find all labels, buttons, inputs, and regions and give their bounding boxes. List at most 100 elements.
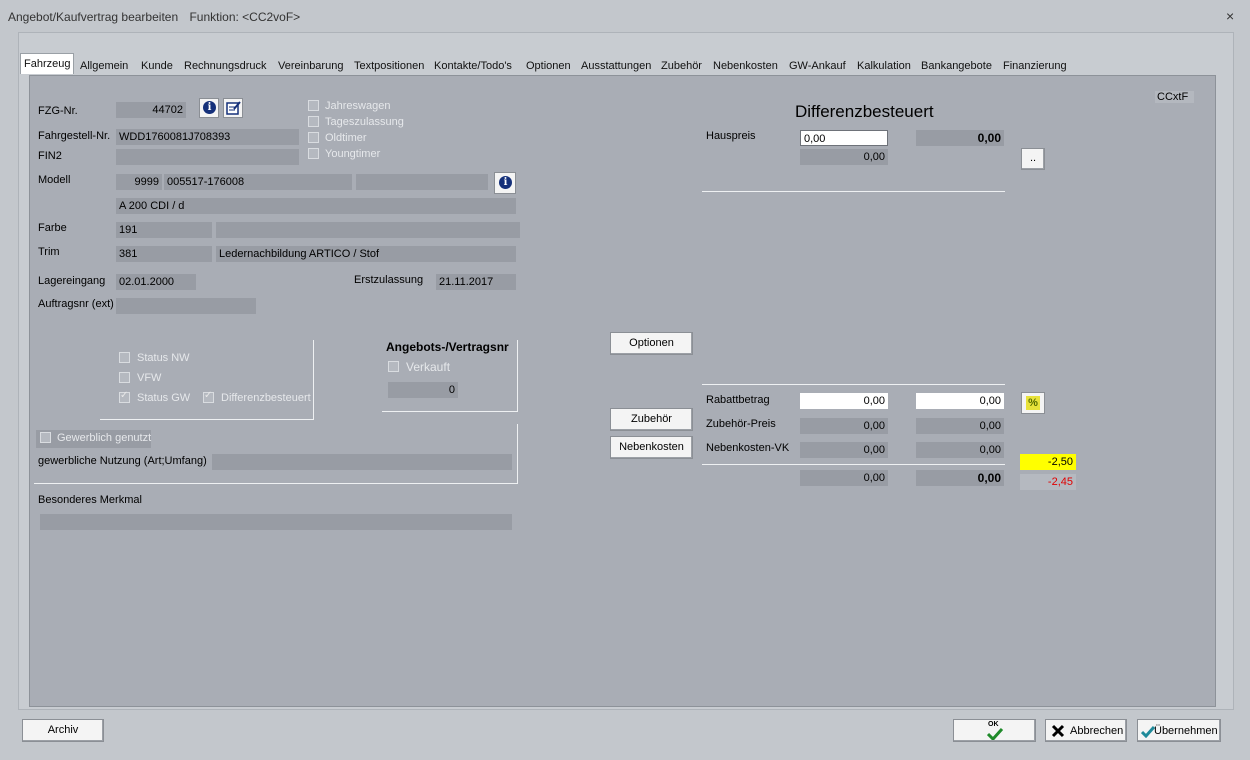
trim-label: Trim [38, 246, 60, 258]
differenzbesteuert-checkbox[interactable] [203, 390, 214, 403]
commercial-divider [34, 483, 518, 484]
pricing-divider [702, 384, 1005, 385]
hauspreis-input[interactable]: 0,00 [800, 130, 888, 146]
ok-label: OK [988, 721, 999, 728]
rabatt-label: Rabattbetrag [706, 394, 770, 406]
modell-info-button[interactable]: i [494, 172, 516, 194]
checkmark-icon [1141, 726, 1155, 738]
tageszulassung-checkbox[interactable] [308, 116, 319, 127]
nebenkosten-vk-2: 0,00 [916, 442, 1004, 458]
window-title: Angebot/Kaufvertrag bearbeiten Funktion:… [8, 10, 300, 24]
tab-textpositionen[interactable]: Textpositionen [354, 55, 424, 75]
fahrgestell-label: Fahrgestell-Nr. [38, 130, 111, 142]
youngtimer-checkbox[interactable] [308, 148, 319, 159]
notepad-edit-icon [226, 101, 241, 115]
tab-kunde[interactable]: Kunde [141, 55, 173, 75]
hauspreis-label: Hauspreis [706, 130, 756, 142]
fzg-label: FZG-Nr. [38, 105, 78, 117]
tab-rechnungsdruck[interactable]: Rechnungsdruck [184, 55, 267, 75]
pricing-title: Differenzbesteuert [795, 102, 934, 121]
vfw-label: VFW [137, 372, 162, 384]
more-button[interactable]: .. [1021, 148, 1045, 170]
tab-vereinbarung[interactable]: Vereinbarung [278, 55, 343, 75]
modell-nr-field[interactable]: 005517-176008 [164, 174, 352, 190]
optionen-button[interactable]: Optionen [610, 332, 693, 355]
info-button[interactable]: i [199, 98, 219, 118]
edit-note-button[interactable] [223, 98, 243, 118]
fahrgestell-field[interactable]: WDD1760081J708393 [116, 129, 299, 145]
tageszulassung-label: Tageszulassung [325, 116, 404, 128]
contract-number-field[interactable]: 0 [388, 382, 458, 398]
tab-gw-ankauf[interactable]: GW-Ankauf [789, 55, 846, 75]
tab-zubehoer[interactable]: Zubehör [661, 55, 702, 75]
ok-button[interactable]: OK [953, 719, 1036, 742]
oldtimer-label: Oldtimer [325, 132, 367, 144]
info-icon: i [203, 101, 216, 114]
status-gw-checkbox[interactable] [119, 390, 130, 403]
nutzung-field[interactable] [212, 454, 512, 470]
rabatt-input-1[interactable]: 0,00 [800, 393, 888, 409]
abbrechen-button[interactable]: Abbrechen [1045, 719, 1127, 742]
lagereingang-field[interactable]: 02.01.2000 [116, 274, 196, 290]
auftragsnr-field[interactable] [116, 298, 256, 314]
youngtimer-label: Youngtimer [325, 148, 381, 160]
percent-button[interactable]: % [1021, 392, 1045, 414]
percent-value-2: -2,45 [1020, 474, 1076, 490]
modell-name-field[interactable]: A 200 CDI / d [116, 198, 516, 214]
total-1: 0,00 [800, 470, 888, 486]
tab-kontakte[interactable]: Kontakte/Todo's [434, 55, 512, 75]
fzg-field[interactable]: 44702 [116, 102, 186, 118]
tab-finanzierung[interactable]: Finanzierung [1003, 55, 1067, 75]
tab-bankangebote[interactable]: Bankangebote [921, 55, 992, 75]
tab-bar: Fahrzeug Allgemein Kunde Rechnungsdruck … [18, 53, 1230, 75]
tab-allgemein[interactable]: Allgemein [80, 55, 128, 75]
besonderes-label: Besonderes Merkmal [38, 494, 142, 506]
zubehoer-preis-2: 0,00 [916, 418, 1004, 434]
trim-name-field[interactable]: Ledernachbildung ARTICO / Stof [216, 246, 516, 262]
tab-fahrzeug[interactable]: Fahrzeug [20, 53, 75, 74]
tab-kalkulation[interactable]: Kalkulation [857, 55, 911, 75]
modell-extra-field[interactable] [356, 174, 488, 190]
jahreswagen-checkbox[interactable] [308, 100, 319, 111]
checkmark-icon [987, 728, 1003, 740]
pricing-divider [702, 464, 1005, 465]
modell-label: Modell [38, 174, 71, 186]
status-nw-checkbox[interactable] [119, 352, 130, 363]
modell-code-field[interactable]: 9999 [116, 174, 162, 190]
tab-optionen[interactable]: Optionen [526, 55, 571, 75]
code-badge: CCxtF [1155, 91, 1195, 103]
rabatt-input-2[interactable]: 0,00 [916, 393, 1004, 409]
status-gw-label: Status GW [137, 392, 191, 404]
hauspreis-secondary: 0,00 [800, 149, 888, 165]
contract-title: Angebots-/Vertragsnr [386, 340, 509, 354]
contract-divider [382, 411, 518, 412]
fin2-field[interactable] [116, 149, 299, 165]
zubehoer-preis-label: Zubehör-Preis [706, 418, 776, 430]
zubehoer-button[interactable]: Zubehör [610, 408, 693, 431]
verkauft-checkbox[interactable] [388, 361, 399, 372]
cancel-x-icon [1051, 724, 1065, 738]
close-icon[interactable]: × [1226, 8, 1234, 24]
erstzulassung-field[interactable]: 21.11.2017 [436, 274, 516, 290]
auftragsnr-label: Auftragsnr (ext) [38, 298, 114, 310]
tab-nebenkosten[interactable]: Nebenkosten [713, 55, 778, 75]
uebernehmen-button[interactable]: Übernehmen [1137, 719, 1221, 742]
nebenkosten-vk-1: 0,00 [800, 442, 888, 458]
erstzulassung-label: Erstzulassung [354, 274, 424, 286]
trim-code-field[interactable]: 381 [116, 246, 212, 262]
gewerblich-label: Gewerblich genutzt [57, 432, 152, 444]
percent-value-1: -2,50 [1020, 454, 1076, 470]
tab-ausstattungen[interactable]: Ausstattungen [581, 55, 651, 75]
farbe-name-field[interactable] [216, 222, 520, 238]
oldtimer-checkbox[interactable] [308, 132, 319, 143]
gewerblich-checkbox[interactable] [40, 432, 51, 443]
status-divider [100, 419, 314, 420]
farbe-code-field[interactable]: 191 [116, 222, 212, 238]
vfw-checkbox[interactable] [119, 372, 130, 383]
farbe-label: Farbe [38, 222, 67, 234]
archiv-button[interactable]: Archiv [22, 719, 104, 742]
zubehoer-preis-1: 0,00 [800, 418, 888, 434]
nebenkosten-button[interactable]: Nebenkosten [610, 436, 693, 459]
besonderes-field[interactable] [40, 514, 512, 530]
abbrechen-label: Abbrechen [1070, 725, 1124, 737]
